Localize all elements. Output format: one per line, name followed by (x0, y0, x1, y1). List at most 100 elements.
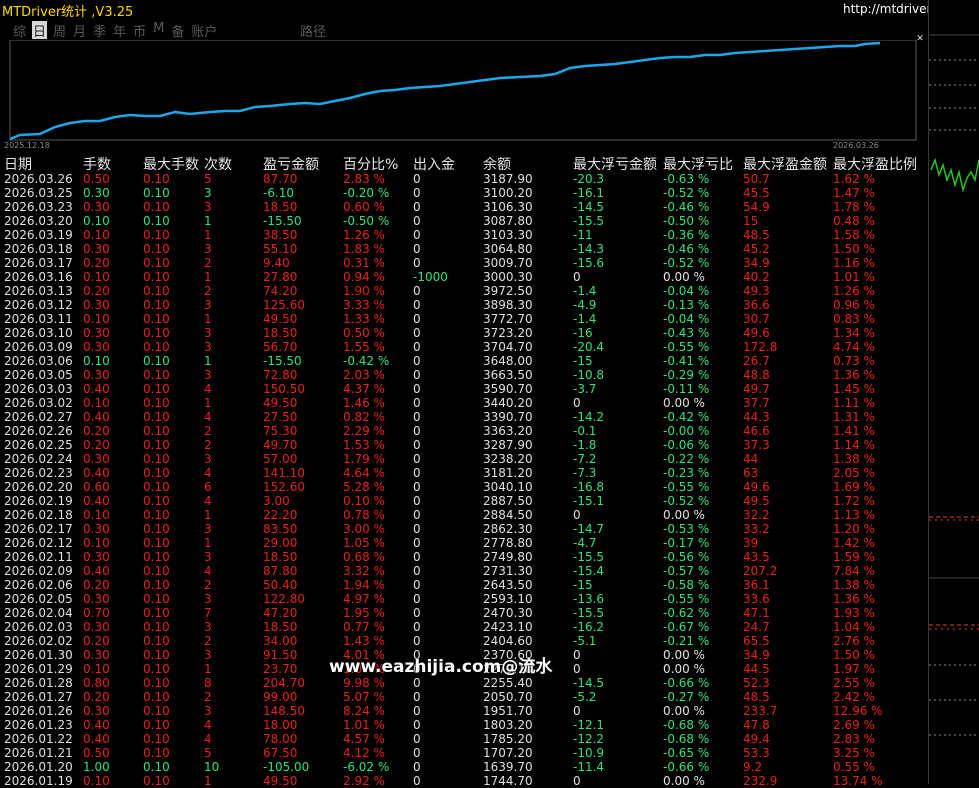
cell-pnl: 49.50 (263, 312, 298, 326)
cell-max-lots: 0.10 (143, 550, 170, 564)
cell-max-float-loss: -15.5 (573, 214, 605, 228)
cell-percent: 1.90 % (343, 284, 385, 298)
cell-pnl: 91.50 (263, 648, 298, 662)
cell-lots: 1.00 (83, 760, 110, 774)
cell-balance: 1785.20 (483, 732, 533, 746)
cell-pnl: 122.80 (263, 592, 305, 606)
cell-date: 2026.03.16 (4, 270, 73, 284)
tab-3[interactable]: 月 (72, 21, 87, 40)
cell-max-float-profit: 39 (743, 536, 759, 550)
table-row: 2026.02.05 0.30 0.10 3 122.80 4.97 % 0 2593.10 -… (0, 592, 928, 606)
cell-max-float-loss: -14.5 (573, 200, 605, 214)
cell-deposit: 0 (413, 508, 421, 522)
cell-percent: -0.50 % (343, 214, 390, 228)
table-row: 2026.03.16 0.10 0.10 1 27.80 0.94 % -1000 3000.… (0, 270, 928, 284)
cell-deposit: 0 (413, 256, 421, 270)
cell-date: 2026.03.12 (4, 298, 73, 312)
tab-6[interactable]: 币 (132, 21, 147, 40)
cell-date: 2026.03.23 (4, 200, 73, 214)
cell-deposit: 0 (413, 312, 421, 326)
tab-9[interactable]: 账户 (190, 21, 218, 40)
cell-max-float-loss-ratio: -0.65 % (663, 746, 710, 760)
cell-max-float-profit-ratio: 1.72 % (833, 494, 875, 508)
cell-balance: 2423.10 (483, 620, 533, 634)
cell-max-float-loss-ratio: -0.23 % (663, 466, 710, 480)
cell-percent: 1.83 % (343, 242, 385, 256)
table-row: 2026.03.25 0.30 0.10 3 -6.10 -0.20 % 0 3100.20 -… (0, 186, 928, 200)
cell-max-float-loss-ratio: -0.52 % (663, 256, 710, 270)
cell-lots: 0.30 (83, 550, 110, 564)
cell-deposit: 0 (413, 284, 421, 298)
cell-max-float-profit-ratio: 1.45 % (833, 382, 875, 396)
cell-pnl: 99.00 (263, 690, 298, 704)
tab-path[interactable]: 路径 (300, 21, 326, 40)
cell-lots: 0.10 (83, 508, 110, 522)
cell-date: 2026.01.19 (4, 774, 73, 788)
table-row: 2026.03.13 0.20 0.10 2 74.20 1.90 % 0 3972.50 -1… (0, 284, 928, 298)
cell-balance: 1951.70 (483, 704, 533, 718)
table-row: 2026.03.20 0.10 0.10 1 -15.50 -0.50 % 0 3087.80… (0, 214, 928, 228)
cell-balance: 3723.20 (483, 326, 533, 340)
cell-max-lots: 0.10 (143, 648, 170, 662)
cell-max-float-profit-ratio: 13.74 % (833, 774, 883, 788)
cell-max-lots: 0.10 (143, 718, 170, 732)
cell-max-float-loss-ratio: 0.00 % (663, 270, 705, 284)
cell-max-lots: 0.10 (143, 256, 170, 270)
cell-max-lots: 0.10 (143, 424, 170, 438)
cell-max-float-profit-ratio: 2.42 % (833, 690, 875, 704)
tab-8[interactable]: 备 (170, 21, 185, 40)
cell-max-lots: 0.10 (143, 536, 170, 550)
cell-deposit: 0 (413, 564, 421, 578)
cell-max-float-loss: -16 (573, 326, 593, 340)
cell-balance: 2778.80 (483, 536, 533, 550)
cell-max-float-profit: 172.8 (743, 340, 778, 354)
cell-pnl: -6.10 (263, 186, 295, 200)
cell-max-float-loss: 0 (573, 662, 581, 676)
cell-max-lots: 0.10 (143, 480, 170, 494)
cell-percent: 0.68 % (343, 550, 385, 564)
cell-pnl: 150.50 (263, 382, 305, 396)
table-row: 2026.02.19 0.40 0.10 4 3.00 0.10 % 0 2887.50 -15… (0, 494, 928, 508)
cell-deposit: 0 (413, 354, 421, 368)
cell-max-float-loss: -13.6 (573, 592, 605, 606)
col-max-lots: 最大手数 (143, 157, 199, 173)
cell-lots: 0.20 (83, 424, 110, 438)
cell-max-lots: 0.10 (143, 634, 170, 648)
cell-max-float-profit: 33.2 (743, 522, 770, 536)
cell-max-float-profit: 233.7 (743, 704, 778, 718)
cell-percent: 9.98 % (343, 676, 385, 690)
cell-max-lots: 0.10 (143, 662, 170, 676)
cell-date: 2026.03.17 (4, 256, 73, 270)
cell-count: 10 (204, 760, 220, 774)
cell-max-float-profit-ratio: 2.55 % (833, 676, 875, 690)
cell-count: 1 (204, 774, 212, 788)
cell-max-float-loss: -3.7 (573, 382, 597, 396)
cell-max-float-loss: -20.3 (573, 172, 605, 186)
cell-balance: 3087.80 (483, 214, 533, 228)
cell-date: 2026.02.17 (4, 522, 73, 536)
tab-7[interactable]: M (152, 21, 165, 39)
cell-date: 2026.01.27 (4, 690, 73, 704)
tab-1[interactable]: 日 (32, 21, 48, 40)
cell-max-float-profit: 37.3 (743, 438, 770, 452)
cell-percent: 1.05 % (343, 536, 385, 550)
col-percent: 百分比% (343, 157, 399, 173)
cell-deposit: 0 (413, 340, 421, 354)
cell-percent: 3.32 % (343, 564, 385, 578)
tab-0[interactable]: 综 (12, 21, 27, 40)
cell-pnl: 18.50 (263, 620, 298, 634)
cell-max-float-profit-ratio: 1.34 % (833, 326, 875, 340)
cell-balance: 3064.80 (483, 242, 533, 256)
cell-max-lots: 0.10 (143, 592, 170, 606)
cell-max-float-loss-ratio: 0.00 % (663, 662, 705, 676)
cell-max-float-profit-ratio: 1.13 % (833, 508, 875, 522)
cell-lots: 0.10 (83, 214, 110, 228)
cell-deposit: 0 (413, 592, 421, 606)
table-row: 2026.03.19 0.10 0.10 1 38.50 1.26 % 0 3103.30 -1… (0, 228, 928, 242)
tab-2[interactable]: 周 (52, 21, 67, 40)
cell-percent: 0.31 % (343, 256, 385, 270)
tab-5[interactable]: 年 (112, 21, 127, 40)
tab-4[interactable]: 季 (92, 21, 107, 40)
table-row: 2026.02.17 0.30 0.10 3 83.50 3.00 % 0 2862.30 -1… (0, 522, 928, 536)
cell-max-lots: 0.10 (143, 312, 170, 326)
